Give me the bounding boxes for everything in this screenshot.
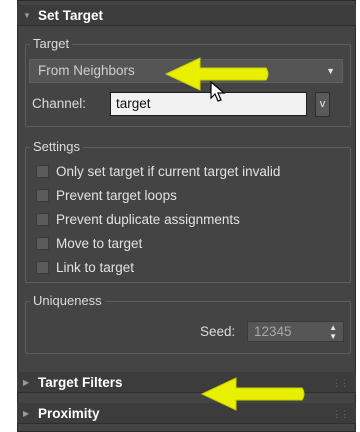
option-link-to-target[interactable]: Link to target (36, 258, 134, 277)
rollout-title-target-filters: Target Filters (38, 375, 123, 390)
seed-label: Seed: (200, 324, 236, 339)
rollout-title-set-target: Set Target (38, 8, 104, 23)
annotation-arrow-icon (164, 57, 269, 91)
caret-down-icon: ▼ (326, 66, 335, 76)
settings-group-label: Settings (30, 139, 83, 155)
rollout-title-proximity: Proximity (38, 406, 100, 421)
option-prevent-target-loops[interactable]: Prevent target loops (36, 186, 177, 205)
channel-input-value: target (116, 96, 151, 111)
target-group-label: Target (30, 36, 73, 52)
option-prevent-duplicate-assignments[interactable]: Prevent duplicate assignments (36, 210, 240, 229)
seed-value: 12345 (254, 324, 292, 339)
option-label: Link to target (56, 260, 135, 275)
checkbox[interactable] (36, 237, 49, 250)
triangle-right-icon: ▶ (23, 378, 30, 387)
grip-icon: ⋮⋮ (332, 378, 349, 388)
target-mode-value: From Neighbors (38, 63, 135, 78)
option-label: Prevent duplicate assignments (56, 212, 240, 227)
option-label: Move to target (56, 236, 143, 251)
uniqueness-group-label: Uniqueness (30, 293, 105, 309)
annotation-arrow-icon (200, 377, 305, 411)
triangle-right-icon: ▶ (23, 409, 30, 418)
option-label: Prevent target loops (56, 188, 177, 203)
checkbox[interactable] (36, 165, 49, 178)
checkbox[interactable] (36, 189, 49, 202)
seed-spinner[interactable]: 12345 ▲ ▼ (247, 321, 344, 342)
channel-input[interactable]: target (110, 92, 307, 116)
option-label: Only set target if current target invali… (56, 164, 281, 179)
rollout-header-set-target[interactable]: ▼ Set Target (17, 5, 356, 26)
triangle-down-icon: ▼ (23, 11, 31, 20)
option-move-to-target[interactable]: Move to target (36, 234, 142, 253)
grip-icon: ⋮⋮ (332, 409, 349, 419)
channel-menu-button[interactable]: v (315, 92, 330, 117)
checkbox[interactable] (36, 261, 49, 274)
option-only-set-if-invalid[interactable]: Only set target if current target invali… (36, 162, 280, 181)
channel-label: Channel: (32, 96, 87, 111)
checkbox[interactable] (36, 213, 49, 226)
spinner-arrows-icon[interactable]: ▲ ▼ (329, 322, 337, 341)
